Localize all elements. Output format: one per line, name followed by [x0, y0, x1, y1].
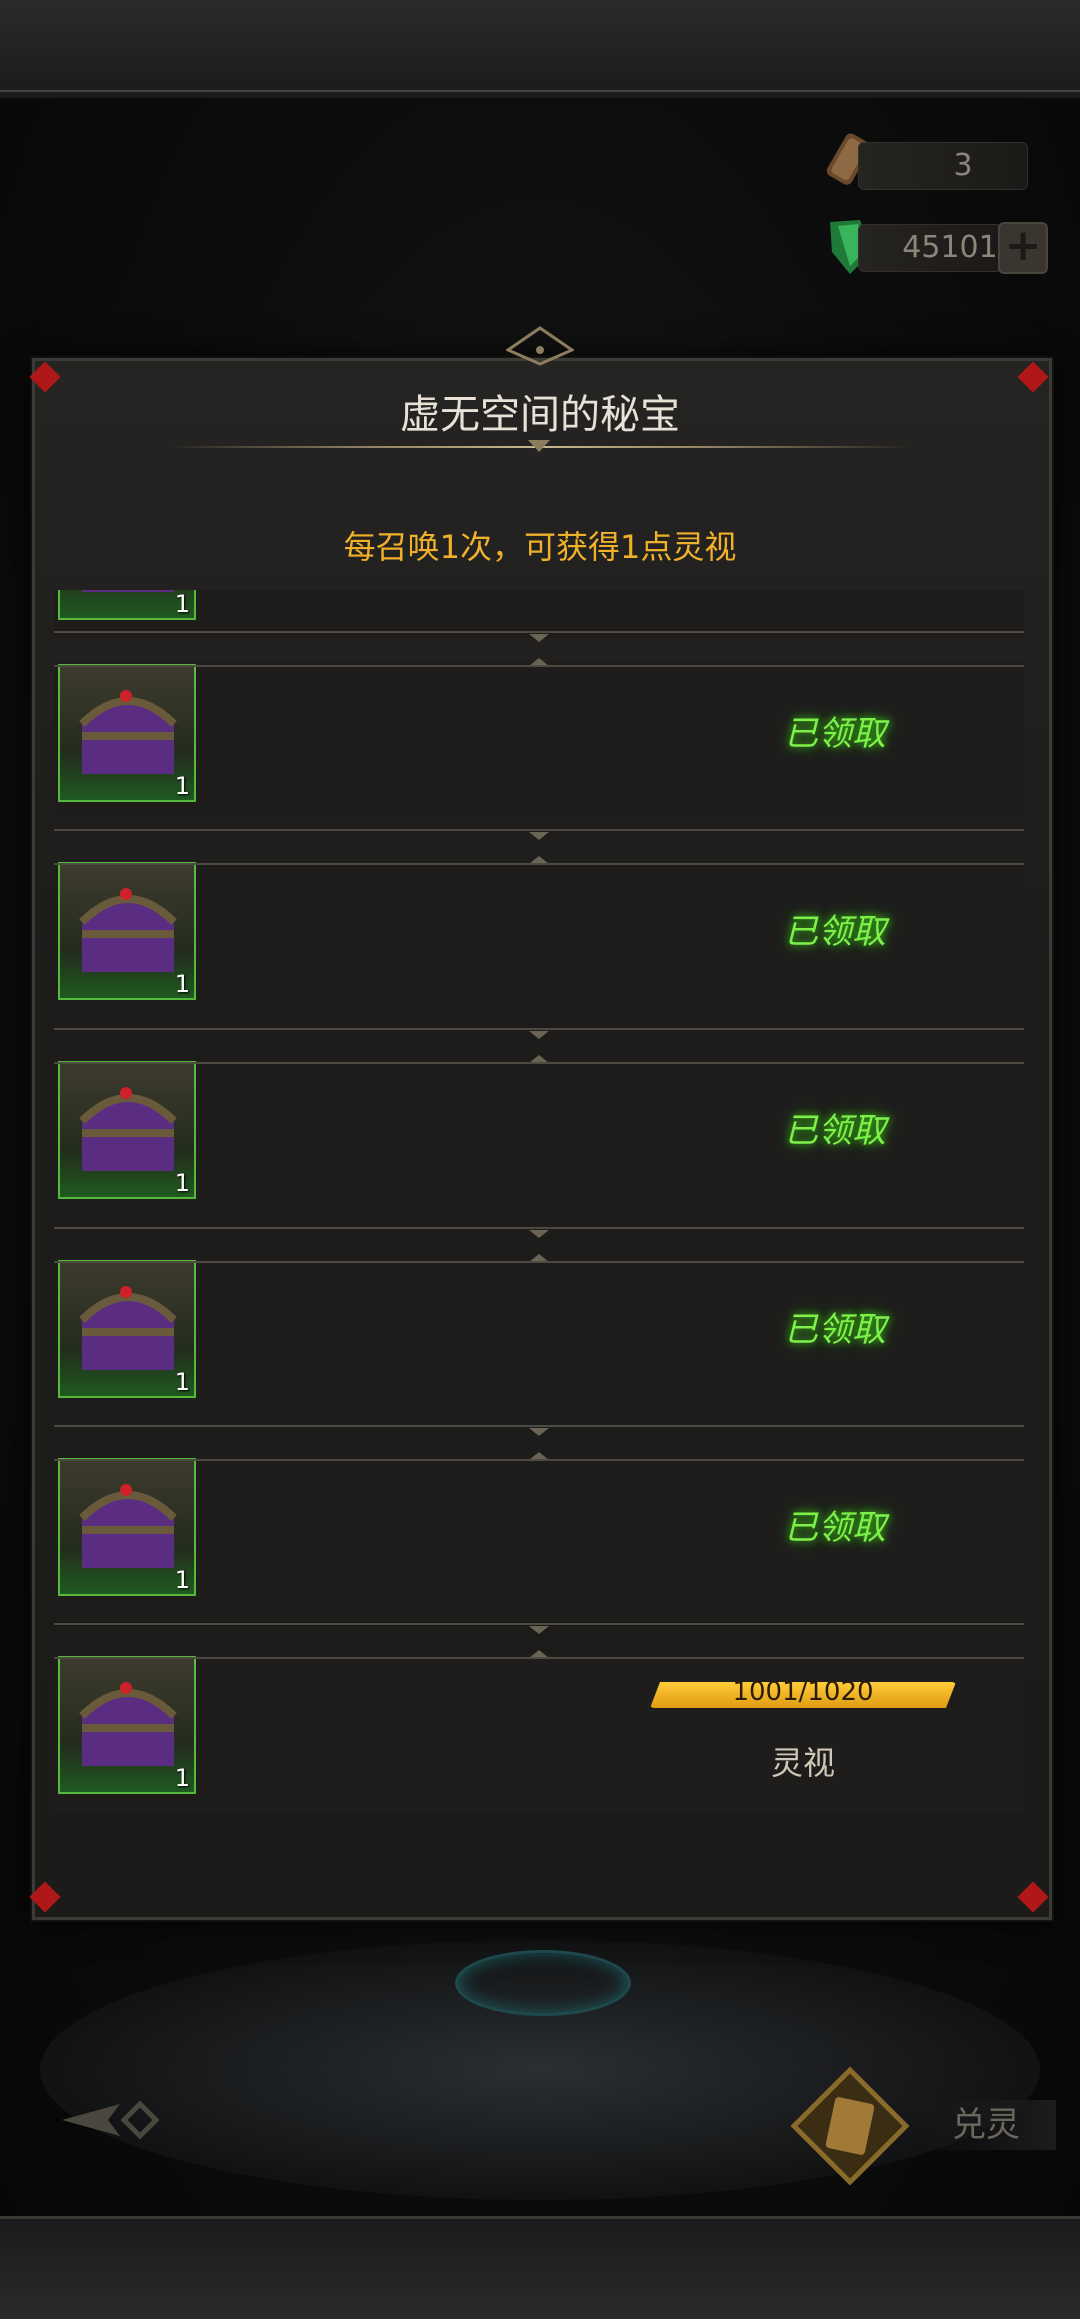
chest-icon — [79, 1682, 177, 1766]
chest-item[interactable]: 1 — [58, 590, 196, 620]
claimed-status: 已领取 — [784, 1310, 886, 1350]
row-divider — [54, 1226, 1024, 1266]
claimed-status: 已领取 — [784, 912, 886, 952]
chest-icon — [82, 590, 174, 592]
list-item: 1 已领取 — [54, 1238, 1024, 1436]
list-item: 1 已领取 — [54, 840, 1024, 1038]
gem-counter: 45101 — [858, 224, 1002, 272]
chest-item[interactable]: 1 — [58, 1260, 196, 1398]
row-divider — [54, 828, 1024, 868]
chest-item[interactable]: 1 — [58, 664, 196, 802]
bottom-frame — [0, 2216, 1080, 2319]
card-icon[interactable] — [790, 2066, 910, 2186]
chest-item[interactable]: 1 — [58, 1458, 196, 1596]
exchange-button[interactable]: 兑灵 — [916, 2100, 1056, 2150]
chest-item[interactable]: 1 — [58, 1061, 196, 1199]
title-ornament-icon — [506, 326, 574, 366]
add-gem-button[interactable]: + — [998, 222, 1048, 274]
item-quantity: 1 — [174, 970, 190, 998]
item-quantity: 1 — [174, 1368, 190, 1396]
item-quantity: 1 — [174, 590, 190, 618]
scroll-count: 3 — [953, 148, 973, 183]
row-divider — [54, 1424, 1024, 1464]
back-arrow-icon[interactable] — [60, 2096, 160, 2144]
panel-subtitle: 每召唤1次，可获得1点灵视 — [343, 528, 737, 566]
gem-count: 45101 — [902, 230, 998, 265]
item-quantity: 1 — [174, 1764, 190, 1792]
item-quantity: 1 — [174, 772, 190, 800]
row-divider — [54, 1027, 1024, 1067]
chest-icon — [79, 1484, 177, 1568]
claimed-status: 已领取 — [784, 1508, 886, 1548]
panel-title: 虚无空间的秘宝 — [400, 392, 680, 438]
list-item: 1 已领取 — [54, 1039, 1024, 1237]
altar-core — [455, 1950, 631, 2016]
chest-icon — [79, 888, 177, 972]
divider-diamond-icon — [528, 440, 550, 452]
chest-icon — [79, 1286, 177, 1370]
chest-item[interactable]: 1 — [58, 862, 196, 1000]
scroll-counter: 3 — [858, 142, 1028, 190]
claimed-status: 已领取 — [784, 714, 886, 754]
top-frame — [0, 0, 1080, 101]
row-divider — [54, 1622, 1024, 1662]
progress-text: 1001/1020 — [732, 1677, 874, 1707]
reward-label: 灵视 — [770, 1744, 835, 1782]
chest-item[interactable]: 1 — [58, 1656, 196, 1794]
chest-icon — [79, 690, 177, 774]
row-divider — [54, 630, 1024, 670]
list-item: 1 1001/1020 灵视 — [54, 1634, 1024, 1832]
chest-icon — [79, 1087, 177, 1171]
item-quantity: 1 — [174, 1169, 190, 1197]
plus-icon: + — [1004, 220, 1042, 271]
list-item: 1 已领取 — [54, 1436, 1024, 1634]
item-quantity: 1 — [174, 1566, 190, 1594]
claimed-status: 已领取 — [784, 1111, 886, 1151]
list-item: 1 已领取 — [54, 642, 1024, 840]
reward-list[interactable]: 1 1 已领取 1 已领取 1 已领取 1 已领取 1 已领取 1 1001/1… — [54, 590, 1024, 1844]
